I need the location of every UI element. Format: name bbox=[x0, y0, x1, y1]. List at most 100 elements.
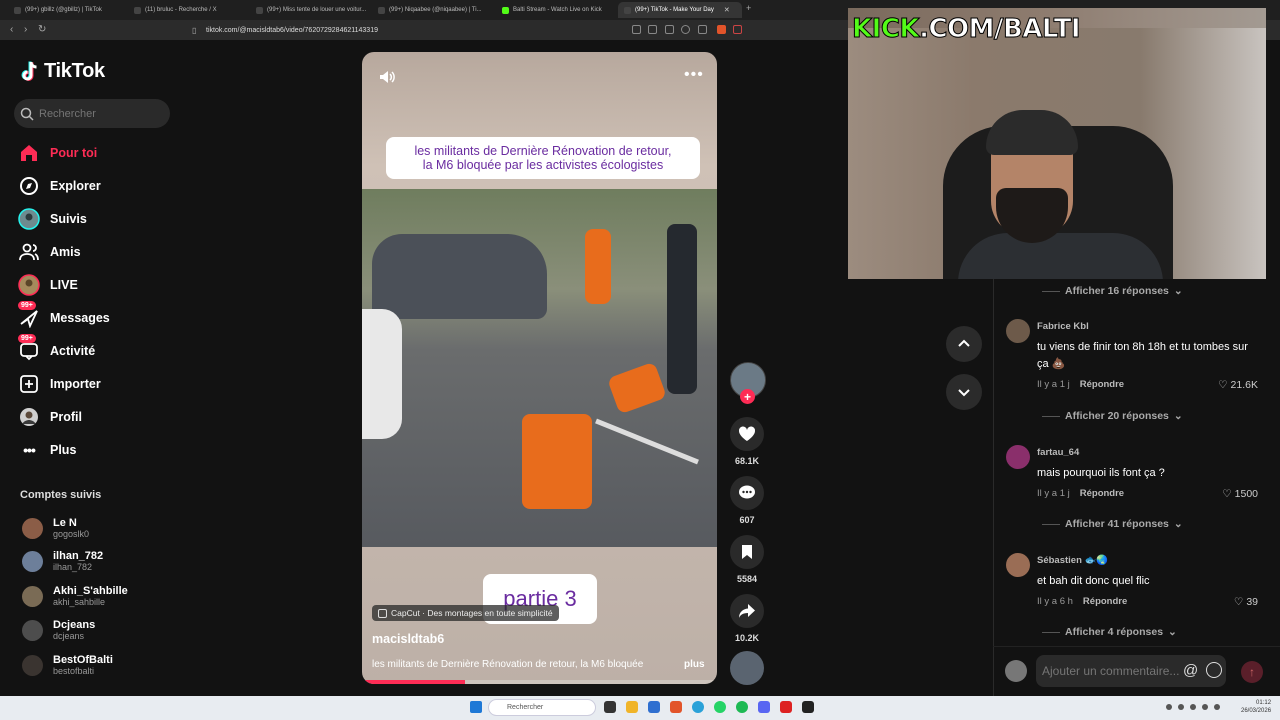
reload-icon[interactable]: ↻ bbox=[38, 24, 46, 35]
more-button[interactable]: plus bbox=[684, 659, 705, 670]
previous-video-button[interactable] bbox=[946, 326, 982, 362]
brave-icon[interactable] bbox=[670, 701, 682, 713]
emoji-icon[interactable] bbox=[1206, 662, 1222, 678]
search-input[interactable] bbox=[39, 107, 159, 120]
followed-account[interactable]: Le Ngogoslk0 bbox=[22, 517, 89, 540]
show-replies-button[interactable]: Afficher 20 réponses ⌄ bbox=[1042, 410, 1183, 422]
share-button[interactable]: 10.2K bbox=[730, 594, 764, 643]
avatar[interactable] bbox=[1006, 445, 1030, 469]
whatsapp-icon[interactable] bbox=[714, 701, 726, 713]
browser-tab[interactable]: (99+) Miss tente de louer une voitur... bbox=[250, 2, 368, 18]
caption-line: les militants de Dernière Rénovation de … bbox=[414, 144, 672, 158]
rewards-icon[interactable] bbox=[733, 25, 742, 34]
store-icon[interactable] bbox=[648, 701, 660, 713]
avatar[interactable] bbox=[1006, 319, 1030, 343]
taskbar-search[interactable]: Rechercher bbox=[488, 699, 596, 716]
comment-item: fartau_64 mais pourquoi ils font ça ? Il… bbox=[1006, 445, 1276, 515]
nav-item-activite[interactable]: 99+ Activité bbox=[18, 334, 95, 363]
tray-icon[interactable] bbox=[1166, 704, 1172, 710]
followed-account[interactable]: Dcjeans dcjeans bbox=[22, 619, 95, 642]
followed-account[interactable]: BestOfBalti bestofbalti bbox=[22, 654, 113, 677]
share-page-icon[interactable] bbox=[665, 25, 674, 34]
reply-button[interactable]: Répondre bbox=[1080, 379, 1124, 390]
discord-icon[interactable] bbox=[758, 701, 770, 713]
video-progress-bar[interactable] bbox=[362, 680, 717, 684]
nav-item-plus[interactable]: ••• Plus bbox=[18, 438, 76, 462]
show-replies-button[interactable]: Afficher 16 réponses ⌄ bbox=[1042, 285, 1183, 297]
browser-tab[interactable]: (99+) gbillz (@gbillz) | TikTok bbox=[8, 2, 126, 18]
video-player[interactable]: les militants de Dernière Rénovation de … bbox=[362, 52, 717, 684]
followed-account[interactable]: ilhan_782 ilhan_782 bbox=[22, 550, 103, 573]
system-clock[interactable]: 01:12 26/03/2026 bbox=[1241, 699, 1271, 715]
network-icon[interactable] bbox=[1202, 704, 1208, 710]
close-tab-icon[interactable]: ✕ bbox=[724, 6, 730, 14]
compass-icon bbox=[18, 175, 40, 197]
nav-item-amis[interactable]: Amis bbox=[18, 240, 81, 264]
show-replies-button[interactable]: Afficher 4 réponses ⌄ bbox=[1042, 626, 1177, 638]
browser-tab[interactable]: (11) bruluc - Recherche / X bbox=[128, 2, 246, 18]
reply-button[interactable]: Répondre bbox=[1080, 488, 1124, 499]
followed-account[interactable]: Akhi_S'ahbille akhi_sahbille bbox=[22, 585, 128, 608]
bookmark-star-icon[interactable] bbox=[698, 25, 707, 34]
tray-icon[interactable] bbox=[1178, 704, 1184, 710]
nav-item-pour-toi[interactable]: Pour toi bbox=[18, 141, 97, 165]
spotify-icon[interactable] bbox=[736, 701, 748, 713]
like-button[interactable]: 68.1K bbox=[730, 417, 764, 466]
new-tab-icon[interactable]: + bbox=[746, 3, 751, 13]
forward-icon[interactable]: › bbox=[24, 24, 27, 35]
bookmark-icon[interactable]: ▯ bbox=[192, 26, 196, 35]
avatar[interactable] bbox=[1006, 553, 1030, 577]
nav-item-messages[interactable]: 99+ Messages bbox=[18, 301, 110, 330]
show-replies-button[interactable]: Afficher 41 réponses ⌄ bbox=[1042, 518, 1183, 530]
volume-tray-icon[interactable] bbox=[1214, 704, 1220, 710]
comment-user[interactable]: Sébastien 🐟🌏 bbox=[1037, 555, 1108, 566]
comment-like-button[interactable]: ♡ 1500 bbox=[1222, 488, 1258, 500]
comments-panel: Afficher 16 réponses ⌄ Fabrice Kbl tu vie… bbox=[993, 279, 1280, 696]
brand-text: TikTok bbox=[44, 60, 105, 82]
nav-item-importer[interactable]: Importer bbox=[18, 372, 101, 396]
music-disc-avatar[interactable] bbox=[730, 651, 764, 685]
translate-icon[interactable] bbox=[632, 25, 641, 34]
friends-icon bbox=[18, 241, 40, 263]
comment-button[interactable]: 607 bbox=[730, 476, 764, 525]
browser-tab[interactable]: Balti Stream - Watch Live on Kick bbox=[496, 2, 614, 18]
mention-icon[interactable]: @ bbox=[1183, 662, 1198, 679]
nav-item-explorer[interactable]: Explorer bbox=[18, 174, 101, 198]
save-button[interactable]: 5584 bbox=[730, 535, 764, 584]
back-icon[interactable]: ‹ bbox=[10, 24, 13, 35]
browser-tab[interactable]: (99+) Niqaabee (@niqaabee) | Ti... bbox=[372, 2, 490, 18]
reply-button[interactable]: Répondre bbox=[1083, 596, 1127, 607]
comment-user[interactable]: fartau_64 bbox=[1037, 447, 1079, 458]
comment-like-button[interactable]: ♡ 39 bbox=[1234, 596, 1258, 608]
browser-tab-active[interactable]: (99+) TikTok - Make Your Day ✕ bbox=[618, 2, 742, 18]
comment-like-button[interactable]: ♡ 21.6K bbox=[1218, 379, 1258, 391]
capcut-tag[interactable]: CapCut · Des montages en toute simplicit… bbox=[372, 605, 559, 621]
next-video-button[interactable] bbox=[946, 374, 982, 410]
tray-icon[interactable] bbox=[1190, 704, 1196, 710]
comment-user[interactable]: Fabrice Kbl bbox=[1037, 321, 1089, 332]
save-count: 5584 bbox=[736, 574, 758, 584]
send-comment-button[interactable]: ↑ bbox=[1241, 661, 1263, 683]
task-view-icon[interactable] bbox=[604, 701, 616, 713]
tab-label: (99+) gbillz (@gbillz) | TikTok bbox=[25, 7, 102, 13]
reader-icon[interactable] bbox=[648, 25, 657, 34]
activist-figure bbox=[585, 229, 611, 304]
video-author[interactable]: macisldtab6 bbox=[372, 632, 444, 646]
brave-shield-icon[interactable] bbox=[717, 25, 726, 34]
search-box[interactable] bbox=[14, 99, 170, 128]
avatar bbox=[22, 518, 43, 539]
zoom-icon[interactable] bbox=[681, 25, 690, 34]
more-options-icon[interactable]: ••• bbox=[684, 66, 704, 84]
app-icon[interactable] bbox=[780, 701, 792, 713]
comment-meta: Il y a 1 j Répondre bbox=[1037, 379, 1124, 390]
notion-icon[interactable] bbox=[802, 701, 814, 713]
windows-start-icon[interactable] bbox=[470, 701, 482, 713]
nav-item-live[interactable]: LIVE bbox=[18, 273, 78, 297]
follow-plus-icon[interactable]: + bbox=[740, 389, 755, 404]
file-explorer-icon[interactable] bbox=[626, 701, 638, 713]
tiktok-logo[interactable]: TikTok bbox=[20, 60, 105, 83]
volume-icon[interactable] bbox=[378, 68, 396, 91]
nav-item-profil[interactable]: Profil bbox=[18, 405, 82, 429]
nav-item-suivis[interactable]: Suivis bbox=[18, 207, 87, 231]
telegram-icon[interactable] bbox=[692, 701, 704, 713]
